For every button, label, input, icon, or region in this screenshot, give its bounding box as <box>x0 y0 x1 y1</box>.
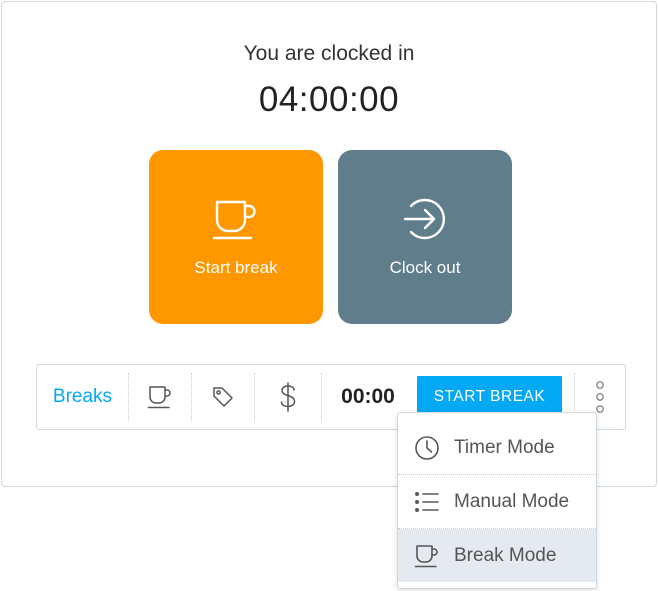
elapsed-time: 04:00:00 <box>258 80 400 119</box>
clock-out-button[interactable]: Clock out <box>338 150 512 324</box>
menu-item-label: Timer Mode <box>454 436 555 458</box>
coffee-cup-icon <box>211 196 261 242</box>
break-coffee-icon[interactable] <box>129 365 191 429</box>
mode-dropdown-menu: Timer Mode Manual Mode Break Mode <box>397 412 597 589</box>
arrow-right-circle-icon <box>400 196 450 242</box>
tag-icon[interactable] <box>192 365 254 429</box>
clock-out-label: Clock out <box>389 258 461 277</box>
coffee-cup-icon <box>398 544 454 568</box>
list-icon <box>398 491 454 513</box>
menu-item-manual-mode[interactable]: Manual Mode <box>398 475 596 528</box>
dollar-icon[interactable] <box>255 365 321 429</box>
start-break-button[interactable]: Start break <box>149 150 323 324</box>
menu-item-label: Break Mode <box>454 544 557 566</box>
menu-item-timer-mode[interactable]: Timer Mode <box>398 421 596 474</box>
mode-label-breaks[interactable]: Breaks <box>37 365 128 429</box>
menu-item-label: Manual Mode <box>454 490 570 512</box>
menu-item-break-mode[interactable]: Break Mode <box>398 529 596 582</box>
start-break-label: Start break <box>194 258 278 277</box>
clock-status-label: You are clocked in <box>243 42 415 65</box>
clock-icon <box>398 435 454 461</box>
